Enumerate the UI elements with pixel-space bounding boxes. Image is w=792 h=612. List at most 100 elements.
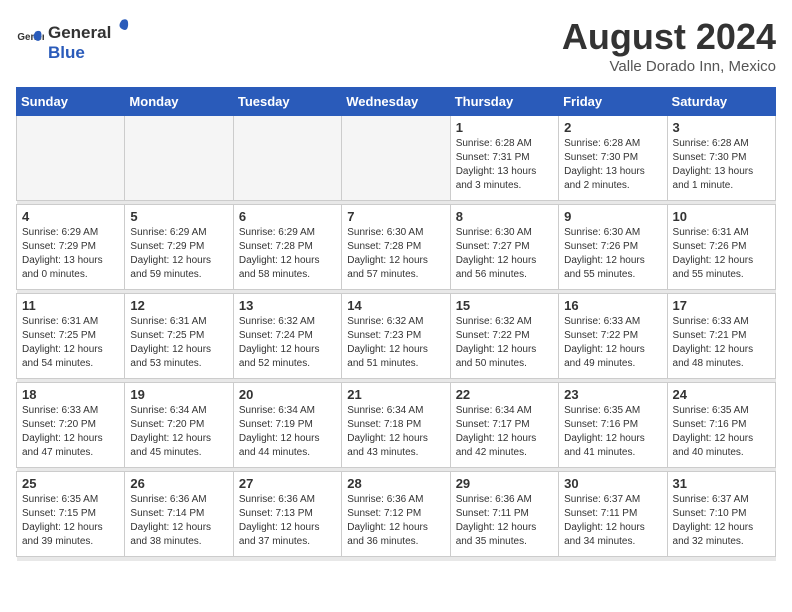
table-row: 30Sunrise: 6:37 AMSunset: 7:11 PMDayligh… [559,472,667,557]
day-info: Sunrise: 6:35 AMSunset: 7:16 PMDaylight:… [673,404,770,460]
table-row: 6Sunrise: 6:29 AMSunset: 7:28 PMDaylight… [233,205,341,290]
table-row: 9 Sunrise: 6:30 AMSunset: 7:26 PMDaylight… [559,205,667,290]
table-row: 2 Sunrise: 6:28 AMSunset: 7:30 PMDaylight… [559,116,667,201]
separator-row [17,557,776,561]
day-info: Sunrise: 6:30 AMSunset: 7:26 PMDaylight:… [564,226,661,282]
table-row: 20 Sunrise: 6:34 AMSunset: 7:19 PMDayligh… [233,383,341,468]
day-info: Sunrise: 6:37 AMSunset: 7:10 PMDaylight:… [673,493,770,549]
table-row: 23 Sunrise: 6:35 AMSunset: 7:16 PMDayligh… [559,383,667,468]
logo-blue-text: Blue [48,43,85,62]
day-info: Sunrise: 6:37 AMSunset: 7:11 PMDaylight:… [564,493,661,549]
day-number: 20 [239,387,336,402]
day-info: Sunrise: 6:36 AMSunset: 7:14 PMDaylight:… [130,493,227,549]
day-number: 7 [347,209,444,224]
calendar-week-row: 1Sunrise: 6:28 AMSunset: 7:31 PMDaylight… [17,116,776,201]
day-number: 16 [564,298,661,313]
day-number: 14 [347,298,444,313]
day-number: 10 [673,209,770,224]
table-row [233,116,341,201]
col-thursday: Thursday [450,88,558,116]
day-number: 31 [673,476,770,491]
day-info: Sunrise: 6:34 AMSunset: 7:20 PMDaylight:… [130,404,227,460]
table-row [342,116,450,201]
day-number: 2 [564,120,661,135]
calendar-header-row: Sunday Monday Tuesday Wednesday Thursday… [17,88,776,116]
table-row: 1Sunrise: 6:28 AMSunset: 7:31 PMDaylight… [450,116,558,201]
day-number: 8 [456,209,553,224]
day-info: Sunrise: 6:30 AMSunset: 7:28 PMDaylight:… [347,226,444,282]
table-row: 24Sunrise: 6:35 AMSunset: 7:16 PMDayligh… [667,383,775,468]
day-info: Sunrise: 6:30 AMSunset: 7:27 PMDaylight:… [456,226,553,282]
day-number: 9 [564,209,661,224]
table-row: 10 Sunrise: 6:31 AMSunset: 7:26 PMDayligh… [667,205,775,290]
table-row: 22 Sunrise: 6:34 AMSunset: 7:17 PMDayligh… [450,383,558,468]
calendar-week-row: 18 Sunrise: 6:33 AMSunset: 7:20 PMDayligh… [17,383,776,468]
table-row: 5 Sunrise: 6:29 AMSunset: 7:29 PMDaylight… [125,205,233,290]
calendar-subtitle: Valle Dorado Inn, Mexico [562,58,776,75]
logo-general-text: General [48,23,111,43]
table-row: 31 Sunrise: 6:37 AMSunset: 7:10 PMDayligh… [667,472,775,557]
day-info: Sunrise: 6:32 AMSunset: 7:22 PMDaylight:… [456,315,553,371]
day-number: 5 [130,209,227,224]
day-info: Sunrise: 6:29 AMSunset: 7:29 PMDaylight:… [22,226,119,282]
day-info: Sunrise: 6:33 AMSunset: 7:21 PMDaylight:… [673,315,770,371]
day-info: Sunrise: 6:31 AMSunset: 7:26 PMDaylight:… [673,226,770,282]
calendar-title: August 2024 [562,16,776,58]
logo-icon: General [16,26,44,54]
logo-bird-icon [111,16,133,38]
header: General General Blue August 2024 Valle D… [16,16,776,75]
day-info: Sunrise: 6:34 AMSunset: 7:17 PMDaylight:… [456,404,553,460]
table-row: 8 Sunrise: 6:30 AMSunset: 7:27 PMDaylight… [450,205,558,290]
day-info: Sunrise: 6:31 AMSunset: 7:25 PMDaylight:… [22,315,119,371]
calendar-week-row: 4 Sunrise: 6:29 AMSunset: 7:29 PMDaylight… [17,205,776,290]
table-row: 4 Sunrise: 6:29 AMSunset: 7:29 PMDaylight… [17,205,125,290]
day-number: 22 [456,387,553,402]
day-number: 4 [22,209,119,224]
day-number: 15 [456,298,553,313]
table-row: 12 Sunrise: 6:31 AMSunset: 7:25 PMDayligh… [125,294,233,379]
day-number: 18 [22,387,119,402]
table-row [125,116,233,201]
day-number: 26 [130,476,227,491]
day-info: Sunrise: 6:28 AMSunset: 7:30 PMDaylight:… [673,137,770,193]
table-row: 28Sunrise: 6:36 AMSunset: 7:12 PMDayligh… [342,472,450,557]
day-info: Sunrise: 6:29 AMSunset: 7:29 PMDaylight:… [130,226,227,282]
day-info: Sunrise: 6:33 AMSunset: 7:22 PMDaylight:… [564,315,661,371]
day-info: Sunrise: 6:32 AMSunset: 7:24 PMDaylight:… [239,315,336,371]
table-row [17,116,125,201]
day-number: 19 [130,387,227,402]
day-info: Sunrise: 6:35 AMSunset: 7:16 PMDaylight:… [564,404,661,460]
day-info: Sunrise: 6:32 AMSunset: 7:23 PMDaylight:… [347,315,444,371]
day-number: 27 [239,476,336,491]
col-tuesday: Tuesday [233,88,341,116]
day-number: 12 [130,298,227,313]
day-info: Sunrise: 6:36 AMSunset: 7:13 PMDaylight:… [239,493,336,549]
day-number: 3 [673,120,770,135]
day-number: 13 [239,298,336,313]
calendar-table: Sunday Monday Tuesday Wednesday Thursday… [16,87,776,561]
table-row: 26 Sunrise: 6:36 AMSunset: 7:14 PMDayligh… [125,472,233,557]
day-info: Sunrise: 6:35 AMSunset: 7:15 PMDaylight:… [22,493,119,549]
day-info: Sunrise: 6:34 AMSunset: 7:19 PMDaylight:… [239,404,336,460]
day-info: Sunrise: 6:36 AMSunset: 7:12 PMDaylight:… [347,493,444,549]
table-row: 17Sunrise: 6:33 AMSunset: 7:21 PMDayligh… [667,294,775,379]
table-row: 21 Sunrise: 6:34 AMSunset: 7:18 PMDayligh… [342,383,450,468]
col-saturday: Saturday [667,88,775,116]
table-row: 25Sunrise: 6:35 AMSunset: 7:15 PMDayligh… [17,472,125,557]
col-sunday: Sunday [17,88,125,116]
table-row: 14 Sunrise: 6:32 AMSunset: 7:23 PMDayligh… [342,294,450,379]
day-number: 23 [564,387,661,402]
day-info: Sunrise: 6:28 AMSunset: 7:30 PMDaylight:… [564,137,661,193]
day-info: Sunrise: 6:31 AMSunset: 7:25 PMDaylight:… [130,315,227,371]
table-row: 19 Sunrise: 6:34 AMSunset: 7:20 PMDayligh… [125,383,233,468]
col-wednesday: Wednesday [342,88,450,116]
day-info: Sunrise: 6:33 AMSunset: 7:20 PMDaylight:… [22,404,119,460]
day-info: Sunrise: 6:34 AMSunset: 7:18 PMDaylight:… [347,404,444,460]
col-friday: Friday [559,88,667,116]
day-info: Sunrise: 6:36 AMSunset: 7:11 PMDaylight:… [456,493,553,549]
table-row: 3 Sunrise: 6:28 AMSunset: 7:30 PMDaylight… [667,116,775,201]
table-row: 16 Sunrise: 6:33 AMSunset: 7:22 PMDayligh… [559,294,667,379]
table-row: 7 Sunrise: 6:30 AMSunset: 7:28 PMDaylight… [342,205,450,290]
day-number: 21 [347,387,444,402]
day-number: 11 [22,298,119,313]
